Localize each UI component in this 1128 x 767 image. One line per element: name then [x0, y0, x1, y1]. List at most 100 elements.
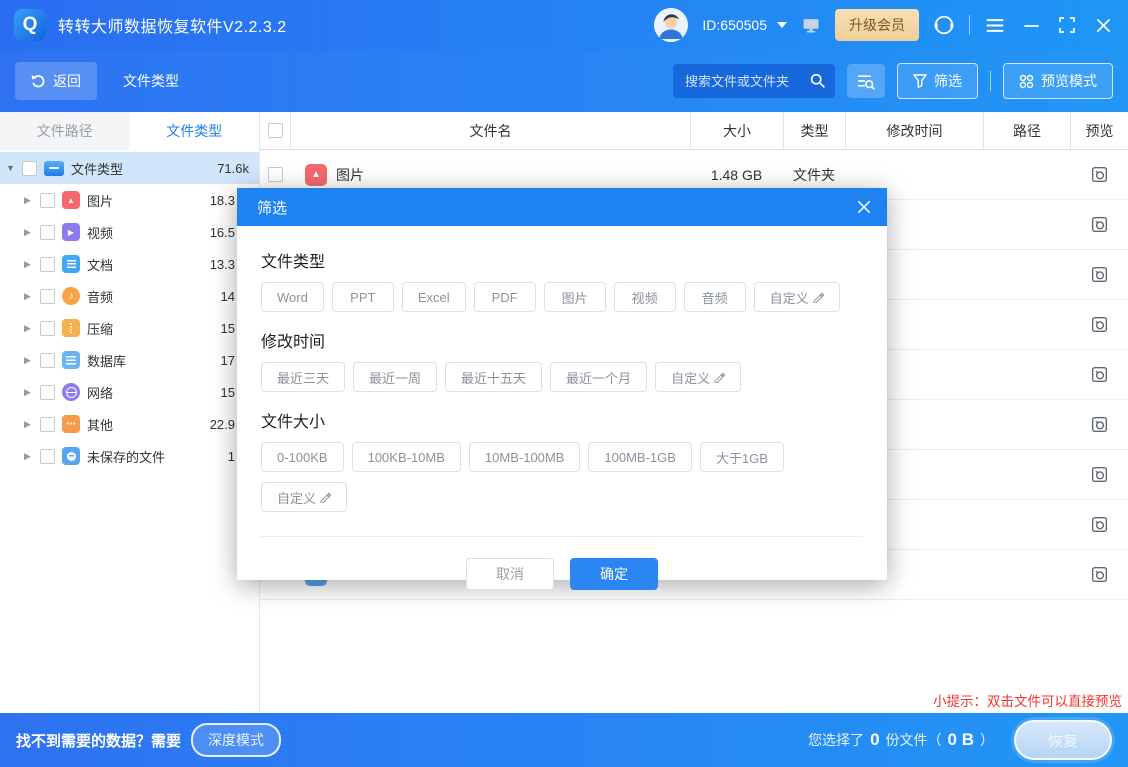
time-option-1week[interactable]: 最近一周 — [353, 362, 437, 392]
pencil-icon — [319, 491, 331, 503]
select-all-checkbox[interactable] — [268, 123, 283, 138]
cancel-button[interactable]: 取消 — [466, 558, 554, 590]
item-count: 16.5 — [210, 225, 235, 240]
caret-right-icon[interactable] — [24, 355, 40, 366]
preview-button[interactable] — [1090, 315, 1109, 334]
preview-button[interactable] — [1090, 265, 1109, 284]
preview-mode-label: 预览模式 — [1041, 71, 1097, 91]
video-icon — [62, 223, 80, 241]
minimize-icon[interactable] — [1020, 14, 1042, 36]
filetype-option-video[interactable]: 视频 — [614, 282, 676, 312]
caret-right-icon[interactable] — [24, 451, 40, 462]
item-count: 71.6k — [217, 161, 249, 176]
filetype-option-excel[interactable]: Excel — [402, 282, 466, 312]
caret-down-icon[interactable] — [6, 163, 22, 173]
row-checkbox[interactable] — [268, 167, 283, 182]
preview-button[interactable] — [1090, 215, 1109, 234]
section-modified-time: 修改时间 — [261, 328, 863, 352]
confirm-button[interactable]: 确定 — [570, 558, 658, 590]
filetype-option-ppt[interactable]: PPT — [332, 282, 394, 312]
tree-checkbox[interactable] — [40, 193, 55, 208]
time-option-3days[interactable]: 最近三天 — [261, 362, 345, 392]
tree-checkbox[interactable] — [22, 161, 37, 176]
caret-right-icon[interactable] — [24, 227, 40, 238]
size-custom-button[interactable]: 自定义 — [261, 482, 347, 512]
back-button[interactable]: 返回 — [15, 62, 97, 100]
size-option-0-100kb[interactable]: 0-100KB — [261, 442, 344, 472]
preview-icon — [1090, 165, 1109, 184]
time-option-15days[interactable]: 最近十五天 — [445, 362, 542, 392]
dialog-close-button[interactable] — [857, 200, 871, 214]
tree-item-other[interactable]: 其他 22.9 — [0, 408, 259, 440]
file-type: 文件夹 — [783, 165, 845, 185]
size-option-gt-1gb[interactable]: 大于1GB — [700, 442, 784, 472]
time-option-1month[interactable]: 最近一个月 — [550, 362, 647, 392]
caret-right-icon[interactable] — [24, 259, 40, 270]
caret-right-icon[interactable] — [24, 419, 40, 430]
customer-service-icon[interactable] — [933, 14, 955, 36]
tree-item-network[interactable]: 网络 15 — [0, 376, 259, 408]
tree-checkbox[interactable] — [40, 417, 55, 432]
tree-checkbox[interactable] — [40, 321, 55, 336]
column-type[interactable]: 类型 — [783, 112, 845, 149]
tree-checkbox[interactable] — [40, 225, 55, 240]
filetype-option-word[interactable]: Word — [261, 282, 324, 312]
filter-button[interactable]: 筛选 — [897, 63, 978, 99]
size-option-10mb-100mb[interactable]: 10MB-100MB — [469, 442, 580, 472]
recover-button[interactable]: 恢复 — [1014, 720, 1112, 760]
chevron-down-icon[interactable] — [777, 22, 787, 28]
monitor-icon[interactable] — [801, 17, 821, 34]
caret-right-icon[interactable] — [24, 291, 40, 302]
maximize-icon[interactable] — [1056, 14, 1078, 36]
tree-checkbox[interactable] — [40, 353, 55, 368]
preview-button[interactable] — [1090, 565, 1109, 584]
caret-right-icon[interactable] — [24, 323, 40, 334]
preview-button[interactable] — [1090, 515, 1109, 534]
column-modified-time[interactable]: 修改时间 — [845, 112, 983, 149]
search-icon[interactable] — [809, 72, 826, 89]
preview-button[interactable] — [1090, 365, 1109, 384]
column-preview[interactable]: 预览 — [1070, 112, 1128, 149]
upgrade-member-button[interactable]: 升级会员 — [835, 9, 919, 41]
column-path[interactable]: 路径 — [983, 112, 1070, 149]
column-size[interactable]: 大小 — [690, 112, 783, 149]
menu-icon[interactable] — [984, 14, 1006, 36]
tree-item-videos[interactable]: 视频 16.5 — [0, 216, 259, 248]
filetype-custom-button[interactable]: 自定义 — [754, 282, 840, 312]
size-option-100kb-10mb[interactable]: 100KB-10MB — [352, 442, 461, 472]
tree-item-images[interactable]: 图片 18.3 — [0, 184, 259, 216]
tree-item-database[interactable]: 数据库 17 — [0, 344, 259, 376]
tree-item-documents[interactable]: 文档 13.3 — [0, 248, 259, 280]
list-search-button[interactable] — [847, 64, 885, 98]
tree-checkbox[interactable] — [40, 385, 55, 400]
tree-checkbox[interactable] — [40, 289, 55, 304]
tab-file-type[interactable]: 文件类型 — [130, 112, 260, 150]
close-window-icon[interactable] — [1092, 14, 1114, 36]
time-custom-button[interactable]: 自定义 — [655, 362, 741, 392]
filetype-option-image[interactable]: 图片 — [544, 282, 606, 312]
preview-button[interactable] — [1090, 415, 1109, 434]
tree-item-archives[interactable]: 压缩 15 — [0, 312, 259, 344]
tree-item-unsaved-files[interactable]: 未保存的文件 1 — [0, 440, 259, 472]
preview-mode-button[interactable]: 预览模式 — [1003, 63, 1113, 99]
preview-button[interactable] — [1090, 165, 1109, 184]
tree-checkbox[interactable] — [40, 449, 55, 464]
list-search-icon — [857, 73, 875, 90]
deep-mode-button[interactable]: 深度模式 — [191, 723, 281, 757]
table-header: 文件名 大小 类型 修改时间 路径 预览 — [260, 112, 1128, 150]
tree-checkbox[interactable] — [40, 257, 55, 272]
caret-right-icon[interactable] — [24, 195, 40, 206]
filetype-option-audio[interactable]: 音频 — [684, 282, 746, 312]
column-filename[interactable]: 文件名 — [290, 112, 690, 149]
selection-prefix: 您选择了 — [808, 730, 864, 750]
tab-file-path[interactable]: 文件路径 — [0, 112, 130, 150]
filetype-option-pdf[interactable]: PDF — [474, 282, 536, 312]
preview-button[interactable] — [1090, 465, 1109, 484]
caret-right-icon[interactable] — [24, 387, 40, 398]
item-count: 17 — [221, 353, 235, 368]
tree-item-file-type[interactable]: 文件类型 71.6k — [0, 152, 259, 184]
size-option-100mb-1gb[interactable]: 100MB-1GB — [588, 442, 692, 472]
tree-item-audio[interactable]: 音频 14 — [0, 280, 259, 312]
user-avatar[interactable] — [654, 8, 688, 42]
archive-icon — [62, 319, 80, 337]
